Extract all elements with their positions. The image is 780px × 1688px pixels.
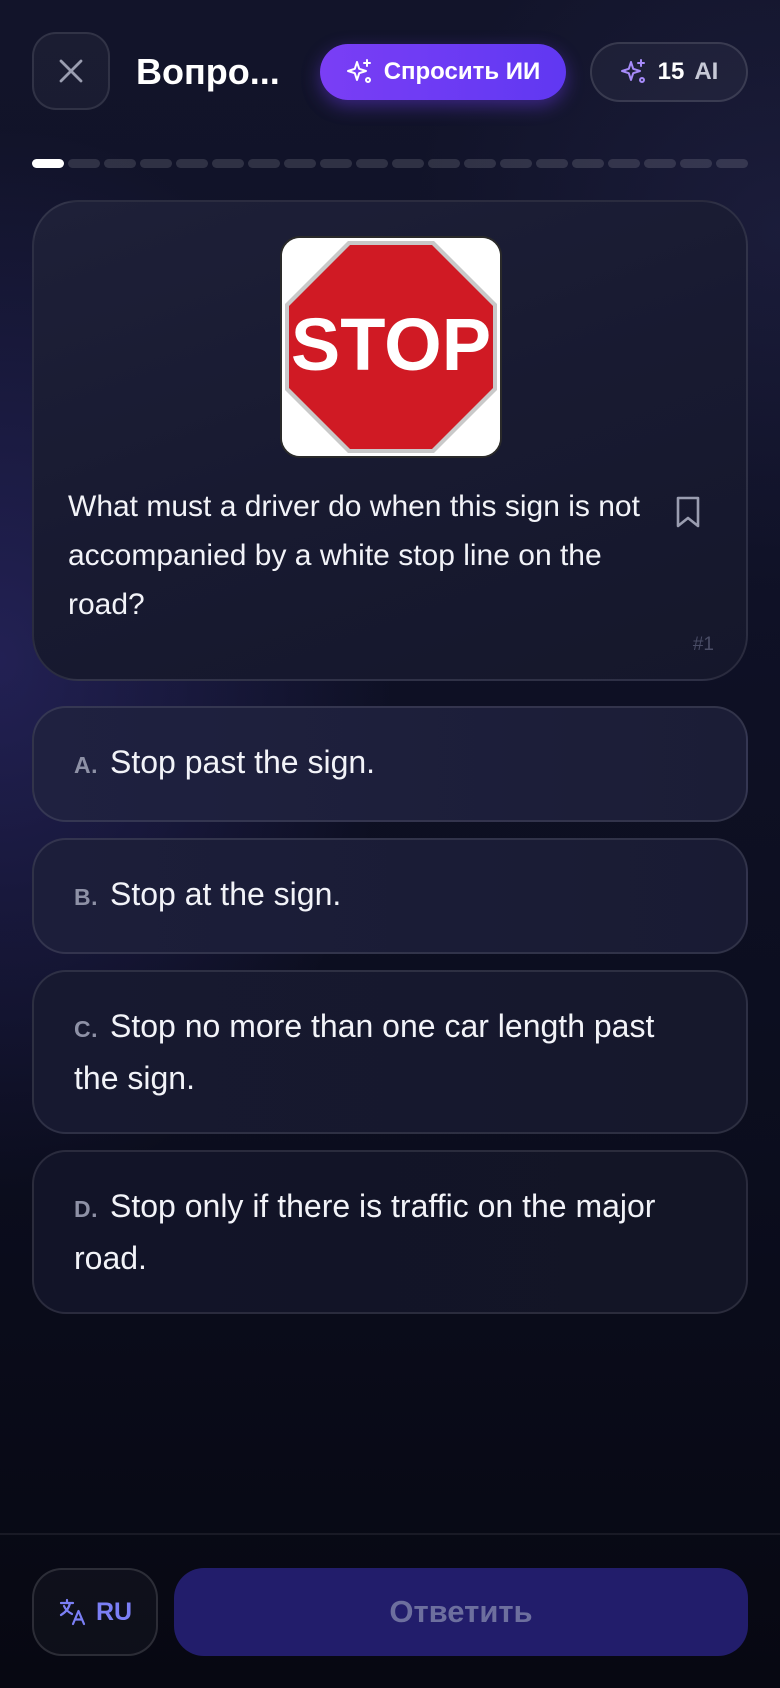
- bookmark-button[interactable]: [670, 492, 706, 532]
- progress-segment: [356, 159, 388, 168]
- progress-segment: [68, 159, 100, 168]
- progress-segment: [464, 159, 496, 168]
- language-toggle-button[interactable]: RU: [32, 1568, 158, 1656]
- progress-segment: [644, 159, 676, 168]
- progress-segment: [536, 159, 568, 168]
- ask-ai-button[interactable]: Спросить ИИ: [320, 44, 566, 100]
- ai-credits-badge[interactable]: 15 AI: [590, 42, 748, 102]
- progress-segment: [716, 159, 748, 168]
- option-letter: B.: [74, 884, 98, 910]
- answer-option-b[interactable]: B. Stop at the sign.: [32, 838, 748, 954]
- question-number: #1: [692, 634, 714, 655]
- progress-segment: [140, 159, 172, 168]
- option-letter: D.: [74, 1195, 98, 1222]
- option-text: Stop at the sign.: [110, 876, 342, 912]
- progress-segment: [428, 159, 460, 168]
- answer-option-c[interactable]: C. Stop no more than one car length past …: [32, 970, 748, 1134]
- question-text: What must a driver do when this sign is …: [68, 490, 640, 621]
- option-letter: A.: [74, 752, 98, 778]
- bookmark-icon: [676, 496, 700, 528]
- option-text: Stop no more than one car length past th…: [74, 1007, 655, 1096]
- progress-segment: [284, 159, 316, 168]
- option-letter: C.: [74, 1015, 98, 1042]
- progress-segment: [176, 159, 208, 168]
- progress-segment: [104, 159, 136, 168]
- progress-segment: [392, 159, 424, 168]
- progress-segment: [572, 159, 604, 168]
- progress-segment: [32, 159, 64, 168]
- header-bar: Вопро... Спросить ИИ 15 AI: [0, 0, 780, 145]
- language-label: RU: [95, 1597, 133, 1626]
- progress-segment: [248, 159, 280, 168]
- progress-segment: [680, 159, 712, 168]
- sparkles-icon: [346, 59, 371, 83]
- progress-segment: [212, 159, 244, 168]
- option-text: Stop only if there is traffic on the maj…: [74, 1187, 656, 1276]
- ask-ai-label: Спросить ИИ: [383, 58, 541, 85]
- sparkles-icon: [620, 59, 645, 83]
- answer-option-a[interactable]: A. Stop past the sign.: [32, 706, 748, 822]
- progress-segment: [500, 159, 532, 168]
- progress-segment: [608, 159, 640, 168]
- ai-credits-unit: AI: [694, 58, 719, 85]
- progress-segment: [320, 159, 352, 168]
- ai-credits-count: 15: [657, 58, 685, 85]
- stop-sign-graphic: STOP: [282, 238, 500, 456]
- stop-sign-image: STOP: [280, 236, 502, 458]
- close-icon: [59, 59, 83, 83]
- close-button[interactable]: [32, 32, 110, 110]
- submit-label: Ответить: [389, 1594, 533, 1629]
- page-title: Вопро...: [136, 51, 280, 92]
- footer-divider: [0, 1533, 780, 1535]
- answer-option-d[interactable]: D. Stop only if there is traffic on the m…: [32, 1150, 748, 1314]
- question-card: STOP What must a driver do when this sig…: [32, 200, 748, 681]
- stop-sign-text: STOP: [291, 303, 491, 386]
- submit-answer-button[interactable]: Ответить: [174, 1568, 748, 1656]
- option-text: Stop past the sign.: [110, 744, 376, 780]
- translate-icon: [59, 1598, 86, 1626]
- question-progress: [32, 159, 748, 168]
